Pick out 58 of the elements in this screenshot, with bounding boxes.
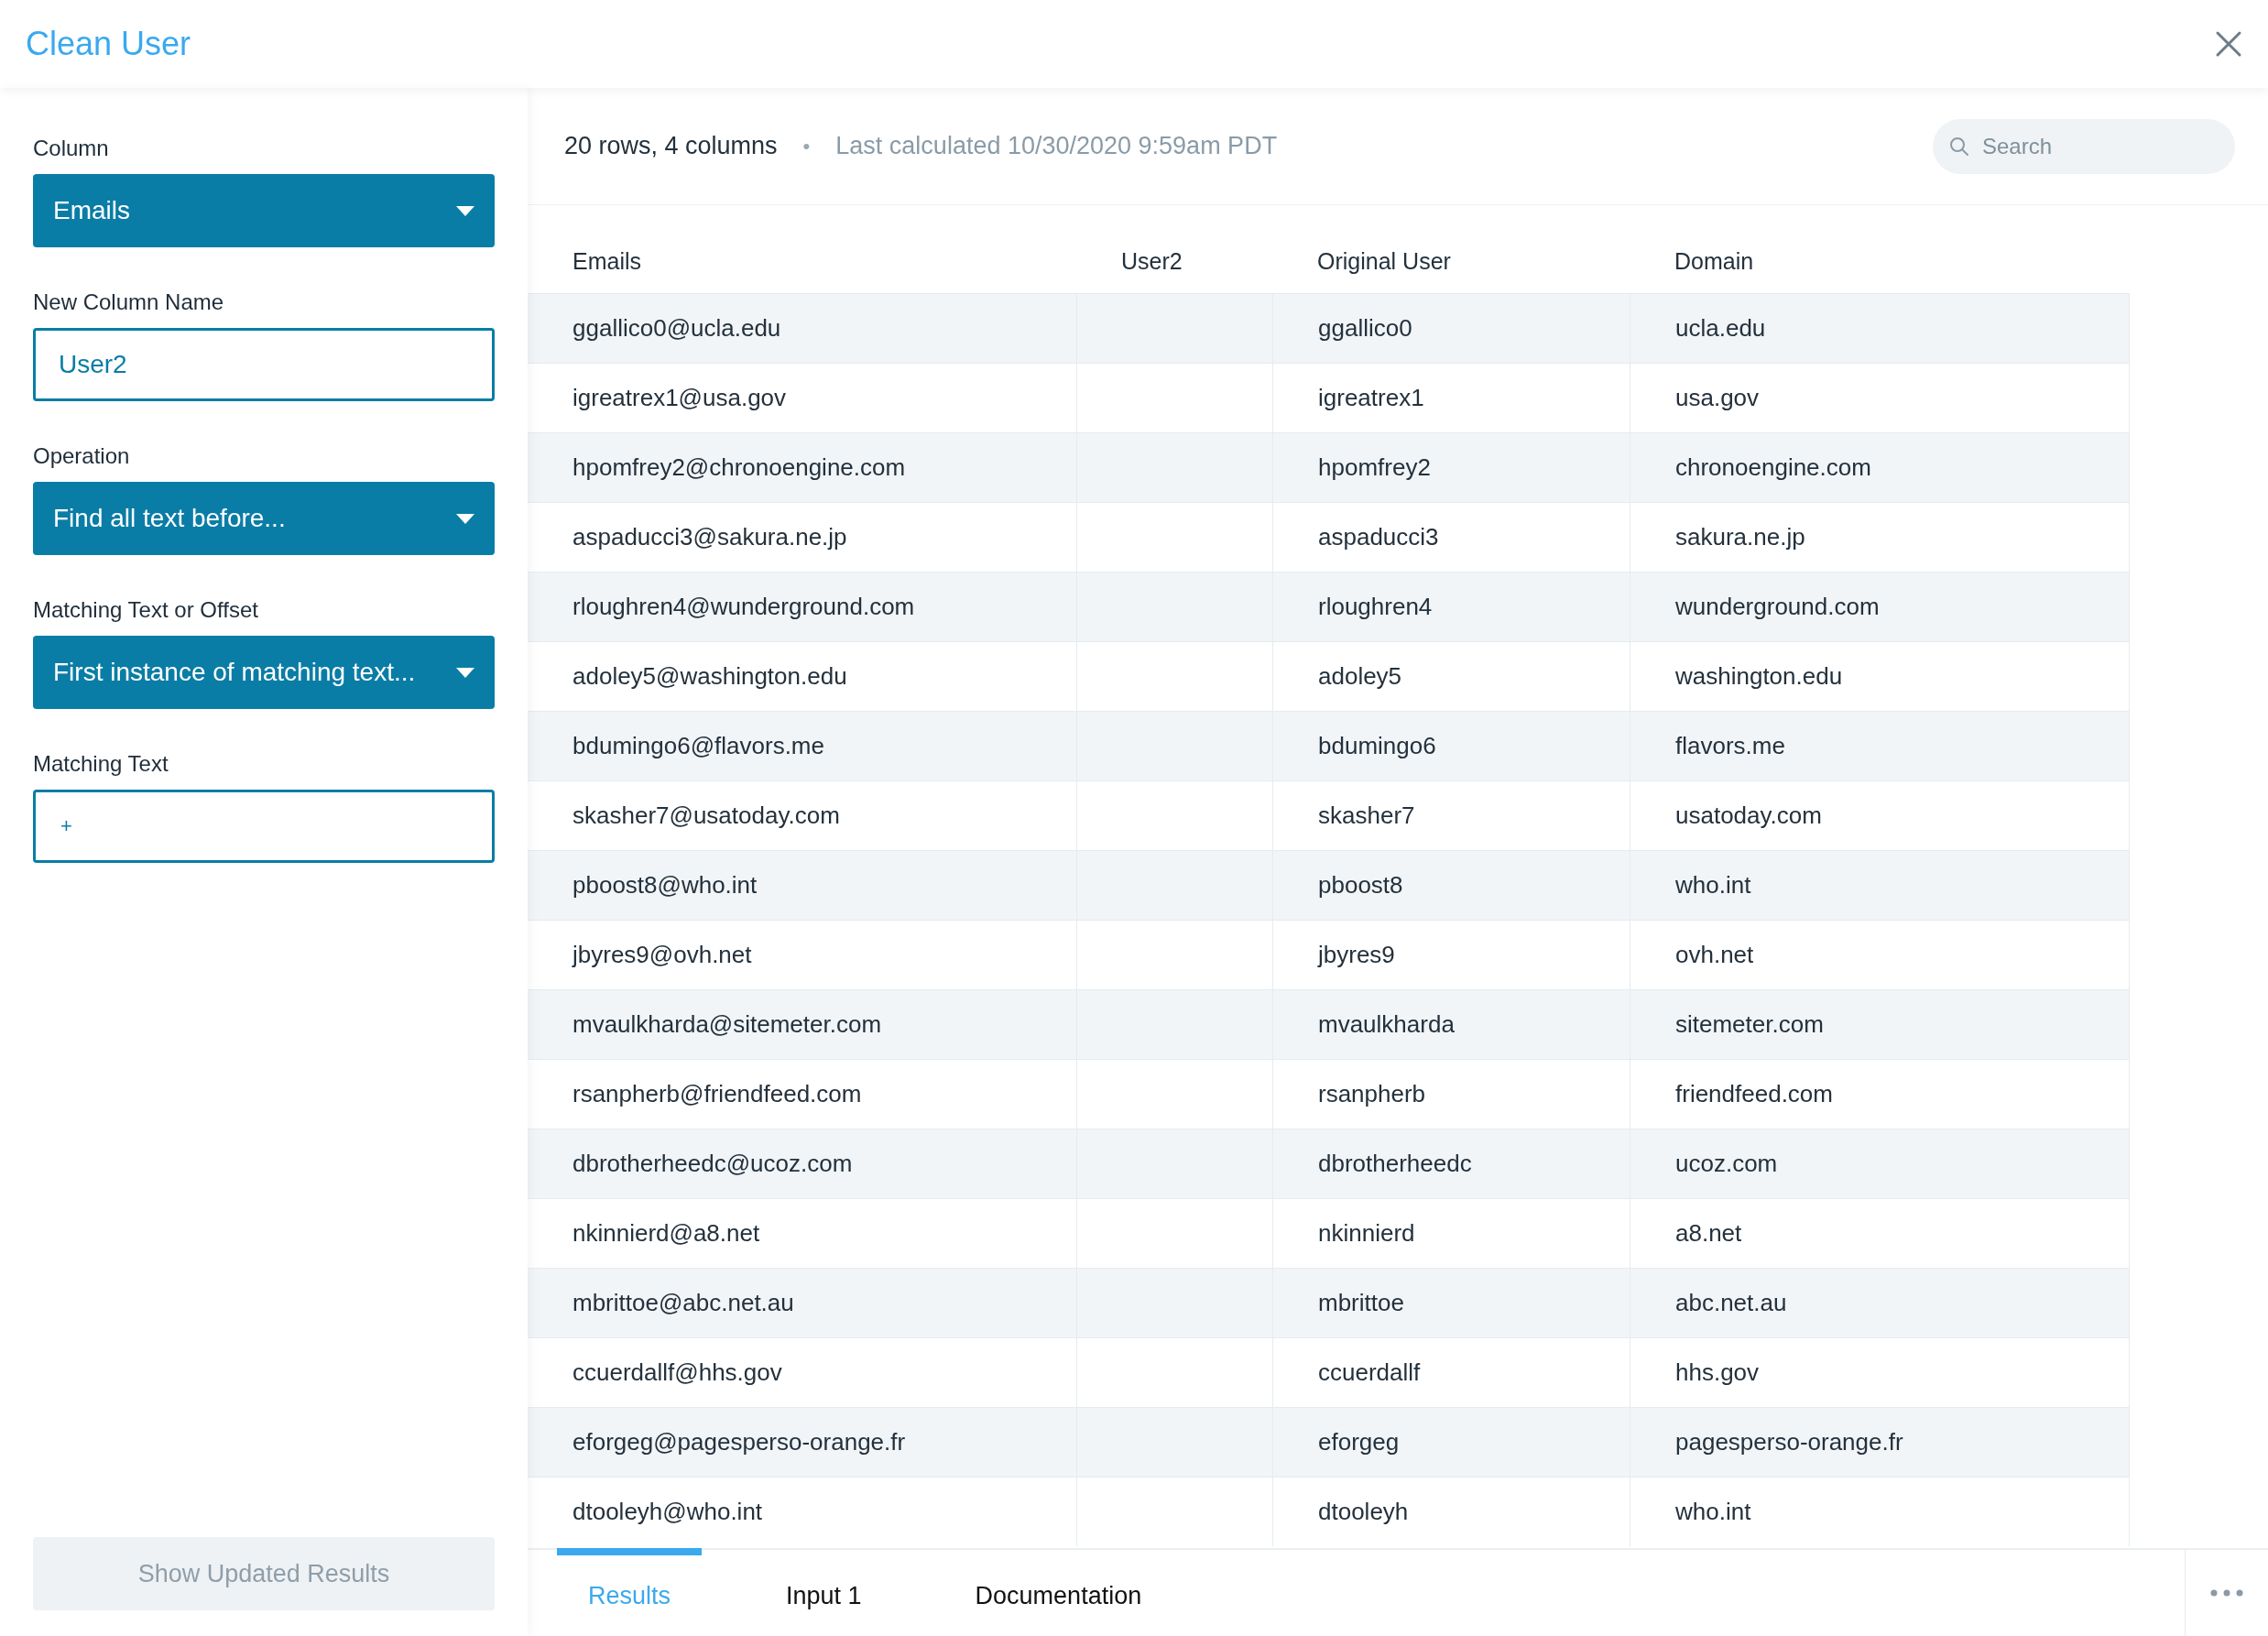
field-label: Operation (33, 443, 131, 469)
field-label: Matching Text or Offset (33, 597, 259, 623)
table-cell: rloughren4 (1273, 573, 1630, 641)
table-cell: ucoz.com (1630, 1129, 2130, 1198)
table-cell: sitemeter.com (1630, 990, 2130, 1059)
field-label: New Column Name (33, 289, 225, 315)
table-cell: dbrotherheedc (1273, 1129, 1630, 1198)
column-header[interactable]: Emails (528, 248, 1077, 293)
table-cell: who.int (1630, 1478, 2130, 1546)
last-calculated-text: Last calculated 10/30/2020 9:59am PDT (835, 132, 1278, 160)
separator-dot: • (802, 134, 811, 158)
table-cell: dtooleyh (1273, 1478, 1630, 1546)
search-icon (1949, 136, 1969, 157)
tab[interactable]: Input 1 (757, 1548, 891, 1636)
column-header[interactable]: User2 (1077, 248, 1273, 293)
table-cell: pagesperso-orange.fr (1630, 1408, 2130, 1477)
field-label: Column (33, 136, 110, 161)
table-cell: bdumingo6 (1273, 712, 1630, 780)
search-field[interactable]: Search (1933, 118, 2235, 174)
more-icon[interactable] (2210, 1589, 2243, 1597)
table-cell: who.int (1630, 851, 2130, 920)
close-icon[interactable] (2215, 30, 2242, 58)
table-cell: dtooleyh@who.int (528, 1478, 1077, 1546)
table-cell: pboost8 (1273, 851, 1630, 920)
table-cell: abc.net.au (1630, 1269, 2130, 1337)
table-cell: ucla.edu (1630, 294, 2130, 363)
dropdown[interactable]: First instance of matching text... (33, 636, 495, 709)
caret-icon (456, 205, 474, 216)
text-field[interactable]: + (33, 790, 495, 863)
dropdown[interactable]: Find all text before... (33, 482, 495, 555)
caret-icon (456, 513, 474, 524)
table-cell: ggallico0@ucla.edu (528, 294, 1077, 363)
column-header[interactable]: Domain (1630, 248, 2130, 293)
table-cell: rloughren4@wunderground.com (528, 573, 1077, 641)
text-field[interactable]: User2 (33, 328, 495, 401)
column-header[interactable]: Original User (1273, 248, 1630, 293)
tab[interactable]: Results (557, 1548, 702, 1636)
dropdown[interactable]: Emails (33, 174, 495, 247)
table-cell: ggallico0 (1273, 294, 1630, 363)
table-cell: mbrittoe (1273, 1269, 1630, 1337)
tab[interactable]: Documentation (945, 1548, 1172, 1636)
window-title: Clean User (26, 25, 191, 63)
table-cell: chronoengine.com (1630, 433, 2130, 502)
table-cell: dbrotherheedc@ucoz.com (528, 1129, 1077, 1198)
table-cell: pboost8@who.int (528, 851, 1077, 920)
table-cell: bdumingo6@flavors.me (528, 712, 1077, 780)
table-cell: mbrittoe@abc.net.au (528, 1269, 1077, 1337)
table-cell: eforgeg (1273, 1408, 1630, 1477)
table-cell: hpomfrey2 (1273, 433, 1630, 502)
table-cell: hpomfrey2@chronoengine.com (528, 433, 1077, 502)
table-cell: wunderground.com (1630, 573, 2130, 641)
caret-icon (456, 667, 474, 678)
table-cell: mvaulkharda (1273, 990, 1630, 1059)
row-column-count: 20 rows, 4 columns (564, 132, 778, 160)
table-cell: mvaulkharda@sitemeter.com (528, 990, 1077, 1059)
table-cell: eforgeg@pagesperso-orange.fr (528, 1408, 1077, 1477)
table-cell: flavors.me (1630, 712, 2130, 780)
field-label: Matching Text (33, 751, 169, 777)
